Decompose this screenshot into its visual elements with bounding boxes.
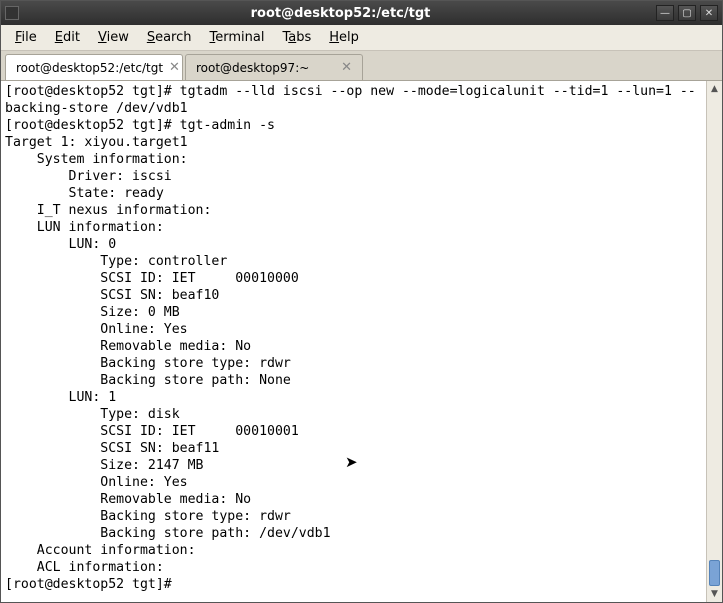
tab-label: root@desktop52:/etc/tgt	[16, 61, 163, 75]
close-button[interactable]: ✕	[700, 5, 718, 21]
tabbar: root@desktop52:/etc/tgt ✕ root@desktop97…	[1, 51, 722, 81]
titlebar-buttons: — ▢ ✕	[656, 5, 718, 21]
tab-label: root@desktop97:~	[196, 61, 309, 75]
menu-file[interactable]: File	[7, 28, 45, 47]
menu-tabs[interactable]: Tabs	[274, 28, 319, 47]
app-icon	[5, 6, 19, 20]
menu-terminal[interactable]: Terminal	[202, 28, 273, 47]
titlebar: root@desktop52:/etc/tgt — ▢ ✕	[1, 1, 722, 25]
tab-close-icon[interactable]: ✕	[341, 60, 352, 75]
tab-desktop97[interactable]: root@desktop97:~ ✕	[185, 54, 363, 80]
menu-view[interactable]: View	[90, 28, 137, 47]
minimize-button[interactable]: —	[656, 5, 674, 21]
scroll-down-icon[interactable]: ▼	[707, 586, 722, 602]
menubar: File Edit View Search Terminal Tabs Help	[1, 25, 722, 51]
terminal-wrap: [root@desktop52 tgt]# tgtadm --lld iscsi…	[1, 81, 722, 602]
window-title: root@desktop52:/etc/tgt	[25, 6, 656, 21]
menu-help[interactable]: Help	[321, 28, 367, 47]
scrollbar[interactable]: ▲ ▼	[706, 81, 722, 602]
menu-search[interactable]: Search	[139, 28, 200, 47]
maximize-button[interactable]: ▢	[678, 5, 696, 21]
terminal-window: root@desktop52:/etc/tgt — ▢ ✕ File Edit …	[0, 0, 723, 603]
tab-desktop52[interactable]: root@desktop52:/etc/tgt ✕	[5, 54, 183, 80]
scroll-up-icon[interactable]: ▲	[707, 81, 722, 97]
scroll-thumb[interactable]	[709, 560, 720, 586]
tab-close-icon[interactable]: ✕	[169, 60, 180, 75]
menu-edit[interactable]: Edit	[47, 28, 88, 47]
terminal-output[interactable]: [root@desktop52 tgt]# tgtadm --lld iscsi…	[1, 81, 706, 602]
